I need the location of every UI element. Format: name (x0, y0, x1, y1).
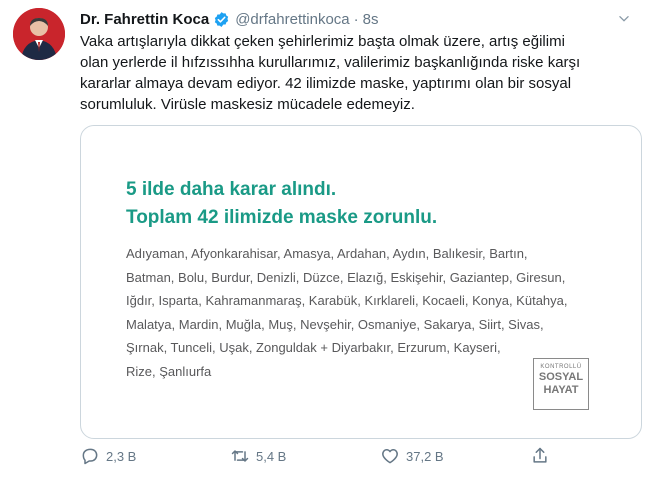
author-avatar[interactable] (13, 8, 65, 60)
card-headline-line: Toplam 42 ilimizde maske zorunlu. (126, 207, 438, 228)
tweet-text-line: olan yerlerde il hıfzıssıhha kurullarımı… (80, 54, 581, 71)
card-headline: 5 ilde daha karar alındı. Toplam 42 ilim… (126, 176, 437, 232)
share-icon (533, 447, 547, 463)
reply-icon (82, 448, 98, 465)
separator-dot: · (353, 10, 359, 28)
author-name[interactable]: Dr. Fahrettin Koca (80, 11, 209, 28)
like-count: 37,2 B (406, 448, 444, 464)
reply-button[interactable]: 2,3 B (80, 446, 136, 466)
tweet-header: Dr. Fahrettin Koca @drfahrettinkoca · 8s (80, 9, 640, 29)
retweet-count: 5,4 B (256, 448, 287, 464)
card-headline-line: 5 ilde daha karar alındı. (126, 179, 337, 200)
logo-line: SOSYAL (538, 371, 584, 383)
retweet-button[interactable]: 5,4 B (230, 446, 286, 466)
tweet-image-card[interactable]: 5 ilde daha karar alındı. Toplam 42 ilim… (80, 125, 642, 439)
tweet-text-line: kararlar almaya devam ediyor. 42 ilimizd… (80, 75, 572, 92)
city-line: Şırnak, Tunceli, Uşak, Zonguldak + Diyar… (126, 340, 501, 355)
kontrollu-sosyal-hayat-logo: KONTROLLÜ SOSYAL HAYAT (533, 358, 589, 410)
heart-icon (382, 449, 398, 464)
reply-count: 2,3 B (106, 448, 137, 464)
city-line: Batman, Bolu, Burdur, Denizli, Düzce, El… (126, 269, 566, 285)
retweet-icon (231, 450, 249, 462)
logo-line: KONTROLLÜ (540, 364, 582, 370)
tweet-text: Vaka artışlarıyla dikkat çeken şehirleri… (80, 31, 640, 115)
author-handle[interactable]: @drfahrettinkoca (235, 11, 349, 28)
verified-badge-icon (213, 11, 230, 28)
tweet-text-line: sorumluluk. Virüsle maskesiz mücadele ed… (80, 96, 415, 113)
chevron-down-icon[interactable] (614, 9, 634, 29)
city-line: Iğdır, Isparta, Kahramanmaraş, Karabük, … (126, 293, 568, 308)
share-button[interactable] (530, 446, 556, 466)
city-line: Malatya, Mardin, Muğla, Muş, Nevşehir, O… (126, 316, 544, 332)
tweet-text-line: Vaka artışlarıyla dikkat çeken şehirleri… (80, 33, 565, 50)
like-button[interactable]: 37,2 B (380, 446, 444, 466)
city-line: Adıyaman, Afyonkarahisar, Amasya, Ardaha… (126, 246, 528, 261)
tweet-time[interactable]: 8s (363, 11, 379, 28)
logo-line: HAYAT (543, 384, 579, 396)
tweet-actions: 2,3 B 5,4 B 37,2 B (80, 446, 640, 470)
